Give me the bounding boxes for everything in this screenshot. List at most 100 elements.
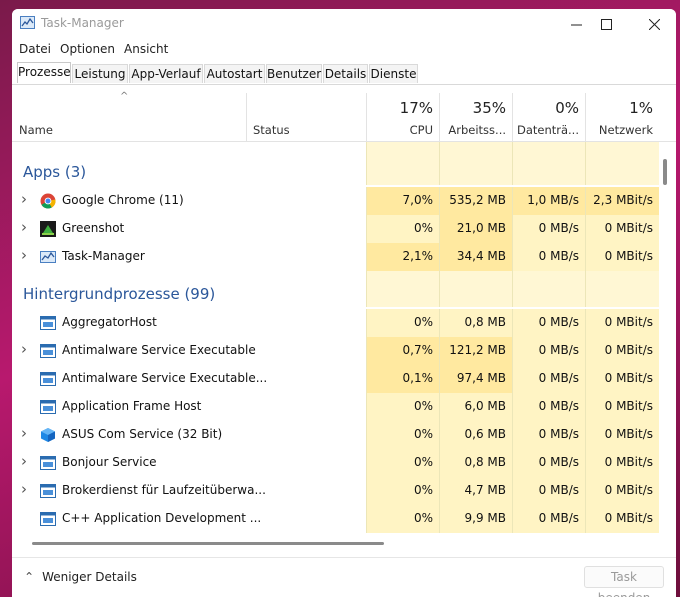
value-disk: 0 MB/s bbox=[538, 483, 579, 497]
maximize-icon bbox=[600, 18, 612, 30]
heat-band bbox=[366, 142, 439, 157]
process-row-antimalware-service-executable[interactable]: › Antimalware Service Executable 0,7% 121,2… bbox=[12, 337, 659, 365]
cell-cpu: 0,1% bbox=[366, 365, 439, 393]
heat-band bbox=[439, 142, 512, 157]
end-task-button[interactable]: Task beenden bbox=[584, 566, 664, 597]
process-row-brokerdienst-f-r-laufzeit-berwa[interactable]: › Brokerdienst für Laufzeitüberwa... 0% 4,7… bbox=[12, 477, 659, 505]
group-header-label: Hintergrundprozesse (99) bbox=[23, 285, 216, 303]
process-row-antimalware-service-executable[interactable]: Antimalware Service Executable... 0,1% 97,… bbox=[12, 365, 659, 393]
column-memory[interactable]: 35% Arbeitss... bbox=[439, 93, 512, 141]
tab-details[interactable]: Details bbox=[323, 64, 368, 83]
process-row-bonjour-service[interactable]: › Bonjour Service 0% 0,8 MB 0 MB/s 0 MBit/s bbox=[12, 449, 659, 477]
menu-ansicht[interactable]: Ansicht bbox=[124, 42, 168, 56]
process-row-greenshot[interactable]: › Greenshot 0% 21,0 MB 0 MB/s 0 MBit/s bbox=[12, 215, 659, 243]
process-row-google-chrome-11[interactable]: › Google Chrome (11) 7,0% 535,2 MB 1,0 MB/s 2… bbox=[12, 187, 659, 215]
minimize-button[interactable] bbox=[562, 13, 590, 35]
close-button[interactable] bbox=[640, 13, 668, 35]
cell-cpu: 7,0% bbox=[366, 187, 439, 215]
chevron-right-icon[interactable]: › bbox=[21, 452, 27, 470]
cell-disk: 1,0 MB/s bbox=[512, 187, 585, 215]
cell-disk: 0 MB/s bbox=[512, 477, 585, 505]
tab-dienste[interactable]: Dienste bbox=[369, 64, 418, 83]
value-net: 0 MBit/s bbox=[604, 249, 653, 263]
menu-datei[interactable]: Datei bbox=[19, 42, 51, 56]
process-name: ASUS Com Service (32 Bit) bbox=[62, 427, 223, 441]
process-name: Bonjour Service bbox=[62, 455, 157, 469]
vertical-scrollbar[interactable] bbox=[663, 159, 667, 185]
value-disk: 0 MB/s bbox=[538, 221, 579, 235]
chevron-right-icon[interactable]: › bbox=[21, 340, 27, 358]
tab-benutzer[interactable]: Benutzer bbox=[266, 64, 322, 83]
heat-cell bbox=[512, 279, 585, 307]
value-cpu: 0% bbox=[413, 483, 433, 497]
heat-band bbox=[512, 271, 585, 279]
value-mem: 0,8 MB bbox=[464, 315, 506, 329]
cell-cpu: 0,7% bbox=[366, 337, 439, 365]
group-header-label: Apps (3) bbox=[23, 163, 87, 181]
value-net: 0 MBit/s bbox=[604, 399, 653, 413]
heat-cell bbox=[585, 279, 659, 307]
tab-strip: Prozesse Leistung App-Verlauf Autostart … bbox=[12, 62, 676, 85]
cell-disk: 0 MB/s bbox=[512, 243, 585, 271]
group-background-processes[interactable]: Hintergrundprozesse (99) bbox=[12, 279, 659, 307]
maximize-button[interactable] bbox=[592, 13, 620, 35]
column-status[interactable]: Status bbox=[246, 93, 366, 141]
tab-prozesse[interactable]: Prozesse bbox=[17, 62, 71, 83]
value-mem: 34,4 MB bbox=[456, 249, 506, 263]
tab-leistung[interactable]: Leistung bbox=[72, 64, 128, 83]
chevron-right-icon[interactable]: › bbox=[21, 424, 27, 442]
cell-mem: 9,9 MB bbox=[439, 505, 512, 533]
service-icon bbox=[40, 343, 56, 359]
process-name: Task-Manager bbox=[62, 249, 145, 263]
heat-band bbox=[585, 271, 659, 279]
chevron-right-icon[interactable]: › bbox=[21, 218, 27, 236]
tab-app-verlauf[interactable]: App-Verlauf bbox=[129, 64, 203, 83]
menu-optionen[interactable]: Optionen bbox=[60, 42, 115, 56]
cell-mem: 0,8 MB bbox=[439, 449, 512, 477]
chevron-right-icon[interactable]: › bbox=[21, 190, 27, 208]
column-cpu[interactable]: 17% CPU bbox=[366, 93, 439, 141]
column-name[interactable]: ^ Name bbox=[12, 91, 246, 141]
fewer-details-button[interactable]: ⌄ Weniger Details bbox=[24, 569, 137, 584]
service-icon bbox=[40, 315, 56, 331]
value-net: 0 MBit/s bbox=[604, 315, 653, 329]
horizontal-scrollbar[interactable] bbox=[32, 542, 384, 545]
process-row-c-application-development[interactable]: C++ Application Development ... 0% 9,9 MB 0… bbox=[12, 505, 659, 533]
process-name: Antimalware Service Executable... bbox=[62, 371, 268, 385]
process-name: Brokerdienst für Laufzeitüberwa... bbox=[62, 483, 266, 497]
value-cpu: 0% bbox=[413, 315, 433, 329]
process-row-asus-com-service-32-bit[interactable]: › ASUS Com Service (32 Bit) 0% 0,6 MB 0 MB/s… bbox=[12, 421, 659, 449]
process-row-aggregatorhost[interactable]: AggregatorHost 0% 0,8 MB 0 MB/s 0 MBit/s bbox=[12, 309, 659, 337]
cell-net: 0 MBit/s bbox=[585, 449, 659, 477]
value-mem: 4,7 MB bbox=[464, 483, 506, 497]
value-disk: 0 MB/s bbox=[538, 371, 579, 385]
heat-band bbox=[585, 142, 659, 157]
chevron-right-icon[interactable]: › bbox=[21, 480, 27, 498]
column-network[interactable]: 1% Netzwerk bbox=[585, 93, 659, 141]
cell-cpu: 0% bbox=[366, 477, 439, 505]
process-row-task-manager[interactable]: › Task-Manager 2,1% 34,4 MB 0 MB/s 0 MBit/s bbox=[12, 243, 659, 271]
value-disk: 0 MB/s bbox=[538, 249, 579, 263]
cell-cpu: 2,1% bbox=[366, 243, 439, 271]
cell-cpu: 0% bbox=[366, 505, 439, 533]
heat-band bbox=[512, 142, 585, 157]
process-row-application-frame-host[interactable]: Application Frame Host 0% 6,0 MB 0 MB/s 0 MB… bbox=[12, 393, 659, 421]
value-mem: 0,6 MB bbox=[464, 427, 506, 441]
value-cpu: 7,0% bbox=[402, 193, 434, 207]
minimize-icon bbox=[570, 24, 582, 25]
group-apps[interactable]: Apps (3) bbox=[12, 157, 659, 185]
value-cpu: 2,1% bbox=[402, 249, 434, 263]
cell-disk: 0 MB/s bbox=[512, 393, 585, 421]
value-disk: 1,0 MB/s bbox=[527, 193, 579, 207]
chevron-right-icon[interactable]: › bbox=[21, 246, 27, 264]
cell-mem: 97,4 MB bbox=[439, 365, 512, 393]
service-icon bbox=[40, 455, 56, 471]
column-disk[interactable]: 0% Datenträ... bbox=[512, 93, 585, 141]
process-name: AggregatorHost bbox=[62, 315, 157, 329]
value-disk: 0 MB/s bbox=[538, 343, 579, 357]
close-icon bbox=[648, 18, 660, 30]
heat-band bbox=[366, 271, 439, 279]
service-icon bbox=[40, 511, 56, 527]
service-icon bbox=[40, 483, 56, 499]
tab-autostart[interactable]: Autostart bbox=[204, 64, 265, 83]
